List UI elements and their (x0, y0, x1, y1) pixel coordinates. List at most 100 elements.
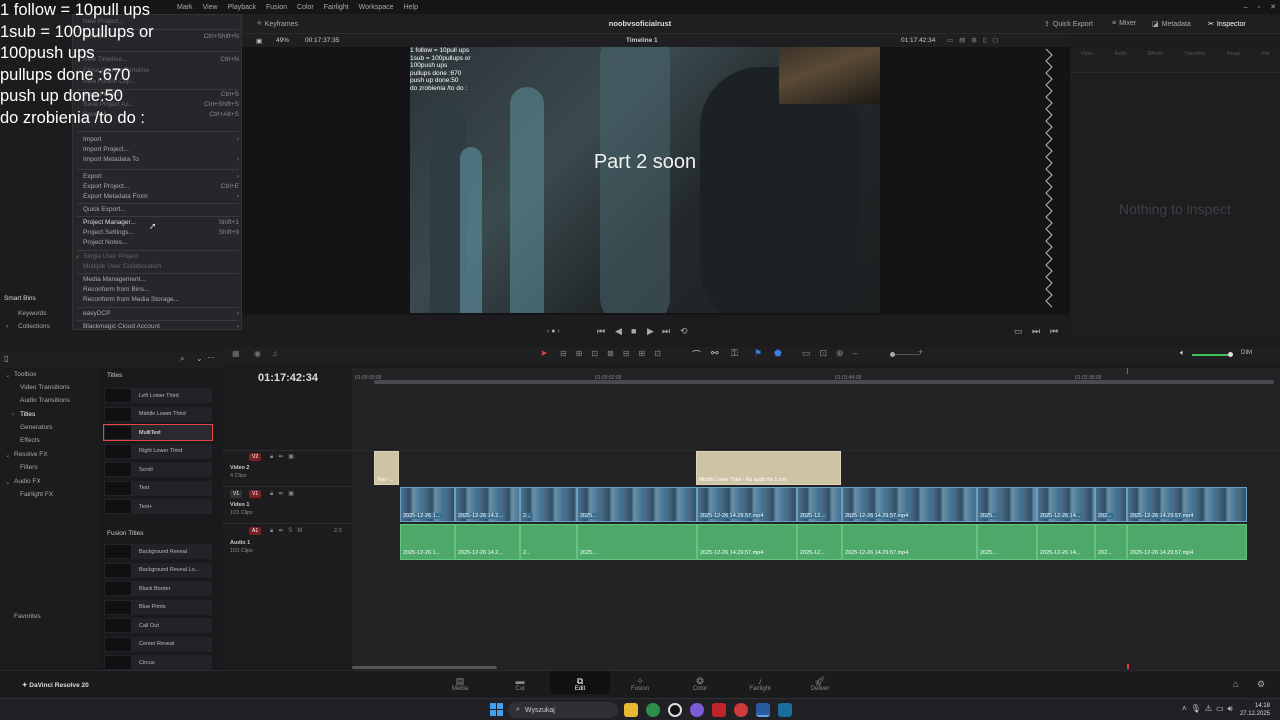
effects-tree-item[interactable]: Audio FX (14, 478, 41, 485)
inspector-button[interactable]: ✂ Inspector (1208, 20, 1246, 29)
track-badge[interactable]: A1 (249, 527, 262, 535)
zoom-level[interactable]: 49% (276, 37, 289, 44)
audio-clip[interactable]: 2025... (977, 524, 1037, 560)
fusion-title-template[interactable]: Center Reveal (104, 636, 212, 652)
metadata-button[interactable]: ◪ Metadata (1152, 20, 1191, 29)
keyframes-button[interactable]: ⟡ Keyframes (257, 20, 298, 28)
file-menu-item[interactable]: Export › (83, 173, 239, 183)
video-clip[interactable]: 2025-12... (797, 487, 842, 522)
close-icon[interactable]: ✕ (1270, 3, 1276, 11)
volume-slider-handle[interactable] (1228, 352, 1233, 357)
play-icon[interactable]: ▶ (647, 326, 654, 337)
menu-color[interactable]: Color (292, 4, 319, 11)
minimize-icon[interactable]: – (1244, 4, 1248, 11)
title-template[interactable]: Text+ (104, 499, 212, 514)
audio-meter-icon[interactable]: ♫ (272, 349, 278, 358)
audio-clip[interactable]: 2025-12-26 14.2... (455, 524, 520, 560)
speaker-icon[interactable]: 🔈︎ (1180, 348, 1185, 358)
fusion-titles-header[interactable]: Fusion Titles (107, 530, 144, 537)
audio-clip[interactable]: 2025-12-26 14.29.57.mp4 (697, 524, 797, 560)
zoom-slider-handle[interactable] (890, 352, 895, 357)
video-clip[interactable]: 2025-12-26 1... (400, 487, 455, 522)
video-clip[interactable]: 2025-12-26 14.2... (455, 487, 520, 522)
menu-playback[interactable]: Playback (223, 4, 261, 11)
loop-icon[interactable]: ⟲ (680, 326, 688, 337)
audio-clip[interactable]: 2... (520, 524, 577, 560)
tab-fusion[interactable]: ✧ Fusion (620, 676, 660, 692)
edit-tools[interactable]: ⊟⊞⊡⊠⊟⊞⊡ (560, 349, 670, 358)
title-template[interactable]: Left Lower Third (104, 388, 212, 403)
menu-fusion[interactable]: Fusion (261, 4, 292, 11)
file-menu-item[interactable]: Project Notes... (83, 239, 239, 249)
fusion-title-template[interactable]: Call Out (104, 618, 212, 633)
timeline-selector[interactable]: Timeline 1 (626, 37, 658, 44)
file-menu-item[interactable]: Project Manager... Shift+1 (83, 219, 239, 229)
zoom-tools[interactable]: ▭⊡⊕– (802, 348, 867, 359)
more-options-icon[interactable]: ⋯ (207, 353, 215, 362)
video-clip[interactable]: 2025-12-26 14.29.57.mp4 (842, 487, 977, 522)
file-menu-item[interactable]: Export Project... Ctrl+E (83, 183, 239, 193)
panel-toggle-icon[interactable]: ▯ (4, 354, 8, 363)
lock-icon[interactable]: ⚿ (731, 348, 738, 359)
flag-icon[interactable]: ⚑ (754, 348, 762, 359)
tab-fairlight[interactable]: ♪ Fairlight (740, 676, 780, 692)
video-clip[interactable]: 2025... (977, 487, 1037, 522)
track-controls[interactable]: 🔒︎⇹▣ (270, 490, 299, 498)
tab-color[interactable]: ❂ Color (680, 676, 720, 692)
effects-tree-item[interactable]: Fairlight FX (20, 491, 53, 498)
viewer-layout-icon[interactable]: ▣ (256, 37, 262, 45)
viewer-tools[interactable]: ▭▤⊞▯▢ (947, 36, 1004, 44)
menu-fairlight[interactable]: Fairlight (319, 4, 354, 11)
file-menu-item[interactable]: Quick Export... (83, 206, 239, 216)
timeline-area[interactable]: 01:00:00:00 01:00:52:00 01:01:44:00 01:0… (352, 368, 1280, 670)
file-menu-item[interactable]: Blackmagic Cloud Account › (83, 323, 239, 333)
title-template[interactable]: Scroll (104, 462, 212, 477)
fullscreen-icon[interactable]: ▭ (1014, 326, 1023, 337)
timeline-ruler[interactable]: 01:00:00:00 01:00:52:00 01:01:44:00 01:0… (352, 368, 1280, 384)
file-menu-item[interactable]: Reconform from Media Storage... (83, 296, 239, 306)
settings-gear-icon[interactable]: ⚙ (1257, 679, 1265, 690)
title-template[interactable]: Text (104, 480, 212, 496)
video-clip[interactable]: 2025-12-26 14.29.57.mp4 (1127, 487, 1247, 522)
fusion-title-template[interactable]: Circus (104, 655, 212, 670)
file-menu-item[interactable]: Project Settings... Shift+9 (83, 229, 239, 239)
selection-tool-icon[interactable]: ➤ (540, 348, 548, 359)
menu-help[interactable]: Help (399, 4, 423, 11)
view-icon[interactable]: ◉ (254, 349, 261, 358)
audio-clip[interactable]: 2025-12... (797, 524, 842, 560)
mixer-button[interactable]: ≡ Mixer (1112, 20, 1136, 27)
effects-tree-item[interactable]: Titles (20, 411, 35, 418)
go-to-end-icon[interactable]: ⏭ (662, 326, 670, 337)
effects-tree-item[interactable]: Resolve FX (14, 451, 48, 458)
fusion-title-template[interactable]: Blue Prints (104, 599, 212, 615)
menu-mark[interactable]: Mark (172, 4, 198, 11)
clock[interactable]: 14:18 27.12.2025 (1240, 702, 1270, 718)
start-button-icon[interactable] (490, 703, 503, 716)
timeline-scrollbar[interactable] (352, 666, 497, 669)
snapping-icon[interactable]: ⌒ (692, 348, 701, 361)
fusion-title-template[interactable]: Background Reveal Lo... (104, 562, 212, 578)
expand-arrow-icon[interactable]: ⌄ (5, 478, 10, 486)
file-menu-item[interactable]: Import Metadata To › (83, 156, 239, 166)
zoom-in-icon[interactable]: + (918, 347, 923, 357)
tab-file[interactable]: File (1261, 51, 1269, 72)
effects-tree-item[interactable]: Filters (20, 464, 38, 471)
volume-slider[interactable] (1192, 354, 1232, 356)
video-clip[interactable]: 2... (520, 487, 577, 522)
next-frame-icon[interactable]: ⏭ (1032, 326, 1040, 337)
home-icon[interactable]: ⌂ (1233, 679, 1238, 689)
video-clip[interactable]: 202... (1095, 487, 1127, 522)
expand-arrow-icon[interactable]: › (12, 411, 14, 418)
file-menu-item[interactable]: Reconform from Bins... (83, 286, 239, 296)
app-icon[interactable] (712, 703, 726, 717)
file-explorer-icon[interactable] (624, 703, 638, 717)
track-badge[interactable]: V2 (249, 453, 262, 461)
title-template[interactable]: Middle Lower Third (104, 406, 212, 422)
fusion-title-template[interactable]: Black Border (104, 581, 212, 596)
smart-bin-collections[interactable]: Collections (18, 323, 50, 330)
favorites-header[interactable]: Favorites (14, 613, 41, 620)
audio-clip[interactable]: 2025... (577, 524, 697, 560)
effects-tree-item[interactable]: Effects (20, 437, 40, 444)
tab-cut[interactable]: ▬ Cut (500, 676, 540, 692)
audio-clip[interactable]: 2025-12-26 1... (400, 524, 455, 560)
